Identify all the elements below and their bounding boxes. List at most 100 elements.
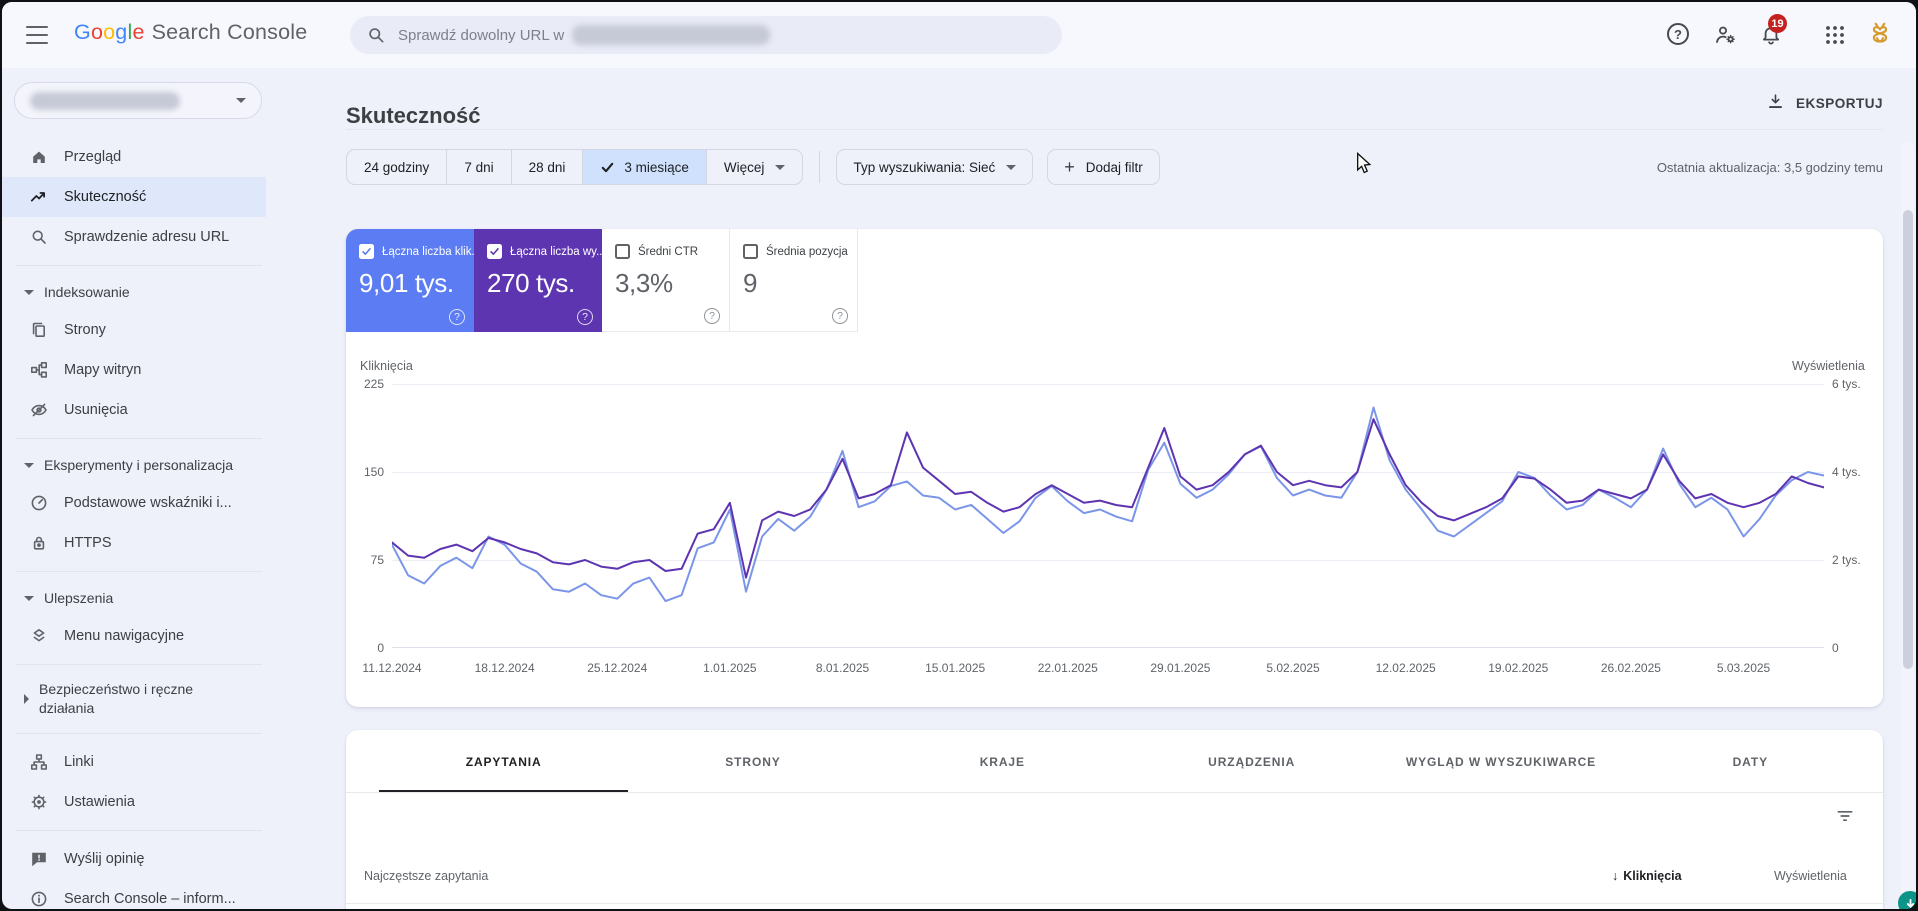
sidebar-item-mapy-witryn[interactable]: Mapy witryn (2, 350, 266, 390)
tab-label: URZĄDZENIA (1208, 754, 1296, 769)
y-axis-tick-left: 0 (377, 641, 384, 655)
sidebar-section-ulepszenia[interactable]: Ulepszenia (2, 580, 266, 616)
tab-urzadzenia[interactable]: URZĄDZENIA (1127, 730, 1376, 793)
time-range-24-godziny[interactable]: 24 godziny (347, 150, 446, 184)
unchecked-checkbox[interactable] (743, 244, 758, 259)
notifications-bell-icon[interactable]: 19 (1759, 14, 1787, 47)
tab-kraje[interactable]: KRAJE (878, 730, 1127, 793)
sidebar-section-indeksowanie[interactable]: Indeksowanie (2, 274, 266, 310)
export-button[interactable]: EKSPORTUJ (1766, 92, 1883, 114)
sidebar-item-usuniecia[interactable]: Usunięcia (2, 390, 266, 430)
caret-down-icon (24, 595, 34, 601)
metric-card-total-clicks[interactable]: Łączna liczba klik... 9,01 tys.? (346, 229, 474, 332)
x-axis-tick: 29.01.2025 (1150, 661, 1211, 675)
corner-widget-badge[interactable] (1898, 891, 1916, 909)
apps-grid-icon[interactable] (1823, 23, 1847, 47)
sidebar-item-podstawowe-wskazniki-i[interactable]: Podstawowe wskaźniki i... (2, 483, 266, 523)
sidebar-item-label: Search Console – inform... (64, 891, 236, 907)
section-label: Indeksowanie (44, 284, 130, 300)
sidebar-item-label: Skuteczność (64, 189, 147, 205)
y-axis-tick-left: 150 (363, 465, 384, 479)
x-axis-tick: 11.12.2024 (362, 661, 422, 675)
chevron-down-icon (1006, 164, 1017, 170)
tab-zapytania[interactable]: ZAPYTANIA (379, 730, 629, 793)
metric-card-average-position[interactable]: Średnia pozycja 9? (730, 229, 858, 332)
x-axis-tick: 18.12.2024 (474, 661, 535, 675)
x-axis-tick: 5.02.2025 (1266, 661, 1320, 675)
sidebar-item-wyslij-opinie[interactable]: Wyślij opinię (2, 839, 266, 879)
tab-wyglad-w-wyszukiwarce[interactable]: WYGLĄD W WYSZUKIWARCE (1376, 730, 1625, 793)
last-update-text: Ostatnia aktualizacja: 3,5 godziny temu (1656, 159, 1883, 175)
search-type-label: Typ wyszukiwania: Sieć (853, 159, 996, 175)
x-axis-tick: 26.02.2025 (1600, 661, 1661, 675)
time-range-wiecej[interactable]: Więcej (705, 150, 803, 184)
sidebar-item-label: Podstawowe wskaźniki i... (64, 495, 232, 511)
main-content: Skuteczność EKSPORTUJ 24 godziny 7 dni 28 … (266, 68, 1916, 909)
sidebar-item-label: HTTPS (64, 535, 112, 551)
performance-chart-card: Łączna liczba klik... 9,01 tys.? Łączna li… (346, 229, 1883, 707)
filter-list-icon[interactable] (1835, 806, 1855, 826)
metric-card-value: 270 tys. (487, 268, 575, 298)
date-range-control: 24 godziny 7 dni 28 dni 3 miesiące Więcej (346, 149, 804, 185)
help-icon[interactable]: ? (704, 308, 720, 324)
magnifier-icon (30, 228, 48, 246)
search-icon (366, 25, 386, 45)
time-range-28-dni[interactable]: 28 dni (510, 150, 583, 184)
sidebar-section-eksperymenty-i-personalizacja[interactable]: Eksperymenty i personalizacja (2, 447, 266, 483)
metric-card-average-ctr[interactable]: Średni CTR 3,3%? (602, 229, 730, 332)
sidebar-divider (16, 733, 262, 734)
unchecked-checkbox[interactable] (615, 244, 630, 259)
section-label: Ulepszenia (44, 590, 114, 606)
scrollbar-thumb[interactable] (1902, 210, 1913, 669)
sidebar-item-skutecznosc[interactable]: Skuteczność (2, 177, 266, 217)
sidebar-item-przeglad[interactable]: Przegląd (2, 137, 266, 177)
sidebar-item-menu-nawigacyjne[interactable]: Menu nawigacyjne (2, 616, 266, 656)
redacted-url-blob (572, 25, 771, 45)
pages-icon (30, 321, 48, 339)
sidebar-item-ustawienia[interactable]: Ustawienia (2, 782, 266, 822)
checked-checkbox[interactable] (487, 244, 502, 259)
check-icon (600, 160, 615, 175)
add-filter-chip[interactable]: + Dodaj filtr (1047, 149, 1160, 185)
time-range-label: 3 miesiące (624, 159, 689, 175)
caret-right-icon (24, 694, 29, 704)
help-icon[interactable]: ? (1667, 23, 1691, 47)
metric-card-total-impressions[interactable]: Łączna liczba wy... 270 tys.? (474, 229, 602, 332)
table-header-queries: Najczęstsze zapytania (364, 869, 489, 883)
menu-icon[interactable] (26, 26, 48, 44)
checked-checkbox[interactable] (359, 244, 374, 259)
metric-card-label: Średni CTR (638, 245, 699, 258)
sidebar-item-linki[interactable]: Linki (2, 742, 266, 782)
y-axis-tick-right: 4 tys. (1832, 465, 1861, 479)
search-type-chip[interactable]: Typ wyszukiwania: Sieć (836, 149, 1034, 185)
time-range-label: Więcej (723, 159, 765, 175)
sidebar-item-search-console-inform[interactable]: Search Console – inform... (2, 879, 266, 909)
search-console-app: Google Search Console Sprawdź dowolny UR… (2, 2, 1916, 909)
help-icon[interactable]: ? (577, 309, 593, 325)
time-range-7-dni[interactable]: 7 dni (446, 150, 510, 184)
sidebar-item-https[interactable]: HTTPS (2, 523, 266, 563)
table-header-clicks-sort[interactable]: ↓ Kliknięcia (1612, 869, 1682, 883)
sidebar-item-label: Menu nawigacyjne (64, 628, 185, 644)
profile-avatar[interactable] (1863, 18, 1897, 52)
caret-down-icon (24, 462, 34, 468)
tab-label: DATY (1732, 754, 1768, 769)
metric-card-label: Łączna liczba wy... (510, 245, 602, 258)
time-range-3-miesiace[interactable]: 3 miesiące (582, 150, 706, 184)
table-header-impressions[interactable]: Wyświetlenia (1774, 869, 1847, 883)
property-selector[interactable] (14, 82, 262, 119)
url-inspect-search-input[interactable]: Sprawdź dowolny URL w (350, 16, 1062, 54)
help-icon[interactable]: ? (832, 308, 848, 324)
filter-separator (819, 151, 821, 183)
tab-strony[interactable]: STRONY (628, 730, 877, 793)
sidebar-section-bezpieczenstwo-i-reczne-dzialania[interactable]: Bezpieczeństwo i ręczne działania (2, 673, 266, 725)
redacted-property-name (30, 91, 180, 110)
gear-icon (30, 793, 48, 811)
manage-users-icon[interactable] (1713, 23, 1737, 47)
sidebar-item-sprawdzenie-adresu-url[interactable]: Sprawdzenie adresu URL (2, 217, 266, 257)
performance-chart (391, 384, 1825, 648)
sidebar-item-strony[interactable]: Strony (2, 310, 266, 350)
tab-daty[interactable]: DATY (1626, 730, 1875, 793)
help-icon[interactable]: ? (449, 309, 465, 325)
feedback-icon (30, 850, 48, 868)
